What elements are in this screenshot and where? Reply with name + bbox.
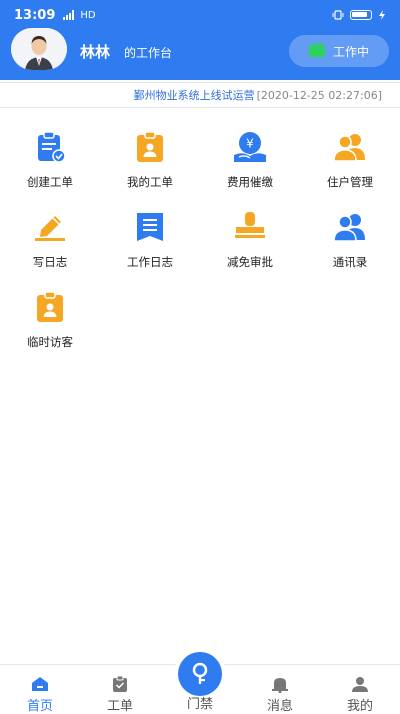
- notice-bar[interactable]: 鄞州物业系统上线试运营 [2020-12-25 02:27:06]: [0, 82, 400, 108]
- clipboard-icon: [113, 675, 127, 692]
- tile-contacts[interactable]: 通讯录: [300, 210, 400, 280]
- tile-fee-collection[interactable]: ¥ 费用催缴: [200, 130, 300, 200]
- my-order-icon: [133, 130, 167, 164]
- user-icon: [352, 677, 368, 692]
- tile-temporary-visitor[interactable]: 临时访客: [0, 290, 100, 360]
- tile-label: 创建工单: [27, 175, 73, 189]
- key-icon: [192, 662, 208, 684]
- access-control-button[interactable]: [178, 652, 222, 696]
- home-icon: [32, 677, 48, 691]
- notice-time: [2020-12-25 02:27:06]: [256, 88, 382, 102]
- battery-icon: [350, 10, 372, 20]
- access-control-label: 门禁: [186, 697, 213, 712]
- nav-label: 消息: [266, 699, 293, 714]
- bell-icon: [272, 678, 288, 693]
- tile-work-log[interactable]: 工作日志: [100, 210, 200, 280]
- nav-label: 工单: [106, 699, 133, 714]
- temporary-visitor-icon: [33, 290, 67, 324]
- write-log-icon: [33, 210, 67, 244]
- charging-icon: [379, 10, 385, 20]
- nav-label: 我的: [346, 699, 373, 714]
- nav-messages[interactable]: 消息: [240, 675, 320, 714]
- signal-indicator: HD: [63, 9, 96, 21]
- tile-label: 工作日志: [127, 255, 173, 269]
- fee-collection-icon: ¥: [233, 130, 267, 164]
- tile-resident-management[interactable]: 住户管理: [300, 130, 400, 200]
- work-status-label: 工作中: [332, 44, 369, 59]
- create-order-icon: [33, 130, 67, 164]
- tile-write-log[interactable]: 写日志: [0, 210, 100, 280]
- tile-create-order[interactable]: 创建工单: [0, 130, 100, 200]
- avatar[interactable]: [11, 28, 67, 70]
- tile-label: 减免审批: [227, 255, 273, 269]
- work-status-button[interactable]: 工作中: [289, 35, 389, 67]
- vibrate-icon: [332, 10, 344, 20]
- tile-approval[interactable]: 减免审批: [200, 210, 300, 280]
- notice-message: 鄞州物业系统上线试运营: [133, 89, 255, 102]
- nav-mine[interactable]: 我的: [320, 675, 400, 714]
- resident-management-icon: [333, 130, 367, 164]
- svg-text:¥: ¥: [246, 137, 254, 151]
- nav-orders[interactable]: 工单: [80, 675, 160, 714]
- network-label: HD: [80, 9, 96, 21]
- approval-stamp-icon: [233, 210, 267, 244]
- tile-label: 住户管理: [327, 175, 373, 189]
- tile-label: 费用催缴: [227, 175, 273, 189]
- tile-my-order[interactable]: 我的工单: [100, 130, 200, 200]
- signal-icon: [63, 10, 75, 20]
- status-bar: 13:09 HD: [0, 0, 400, 30]
- tile-label: 临时访客: [27, 335, 73, 349]
- nav-home[interactable]: 首页: [0, 675, 80, 714]
- workbench-label: 的工作台: [124, 46, 173, 60]
- status-time: 13:09: [14, 7, 56, 23]
- contacts-icon: [333, 210, 367, 244]
- briefcase-icon: [308, 42, 325, 57]
- work-log-icon: [133, 210, 167, 244]
- user-name: 林林: [80, 43, 111, 61]
- user-avatar-icon: [11, 28, 67, 70]
- tile-label: 通讯录: [332, 255, 368, 269]
- status-right: [332, 10, 386, 20]
- tile-label: 写日志: [32, 255, 68, 269]
- nav-label: 首页: [26, 699, 53, 714]
- tile-label: 我的工单: [127, 175, 173, 189]
